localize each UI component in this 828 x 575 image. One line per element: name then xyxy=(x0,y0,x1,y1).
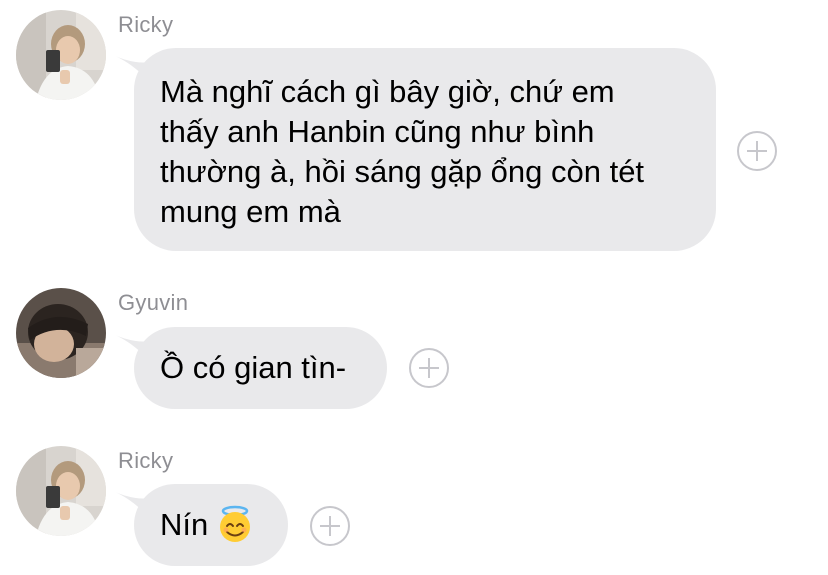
add-reaction-icon[interactable] xyxy=(409,348,449,388)
sender-name: Ricky xyxy=(118,12,174,37)
message-text: Mà nghĩ cách gì bây giờ, chứ em thấy anh… xyxy=(160,74,645,229)
message-row: Ricky Nín xyxy=(0,438,828,575)
message-bubble[interactable]: Ồ có gian tìn- xyxy=(134,327,387,409)
avatar-ricky-image xyxy=(16,446,106,536)
message-text: Ồ có gian tìn- xyxy=(160,350,347,385)
add-reaction-icon[interactable] xyxy=(737,131,777,171)
message-bubble[interactable]: Nín xyxy=(134,484,288,566)
avatar[interactable] xyxy=(16,446,106,536)
add-reaction-icon[interactable] xyxy=(310,506,350,546)
message-row: Gyuvin Ồ có gian tìn- xyxy=(0,280,828,415)
message-text: Nín xyxy=(160,507,209,542)
sender-name: Ricky xyxy=(118,448,174,473)
sender-name: Gyuvin xyxy=(118,290,189,315)
smiling-face-with-halo-emoji-icon xyxy=(216,505,254,553)
avatar[interactable] xyxy=(16,288,106,378)
message-row: Ricky Mà nghĩ cách gì bây giờ, chứ em th… xyxy=(0,0,828,265)
avatar[interactable] xyxy=(16,10,106,100)
avatar-gyuvin-image xyxy=(16,288,106,378)
avatar-ricky-image xyxy=(16,10,106,100)
message-bubble[interactable]: Mà nghĩ cách gì bây giờ, chứ em thấy anh… xyxy=(134,48,716,251)
